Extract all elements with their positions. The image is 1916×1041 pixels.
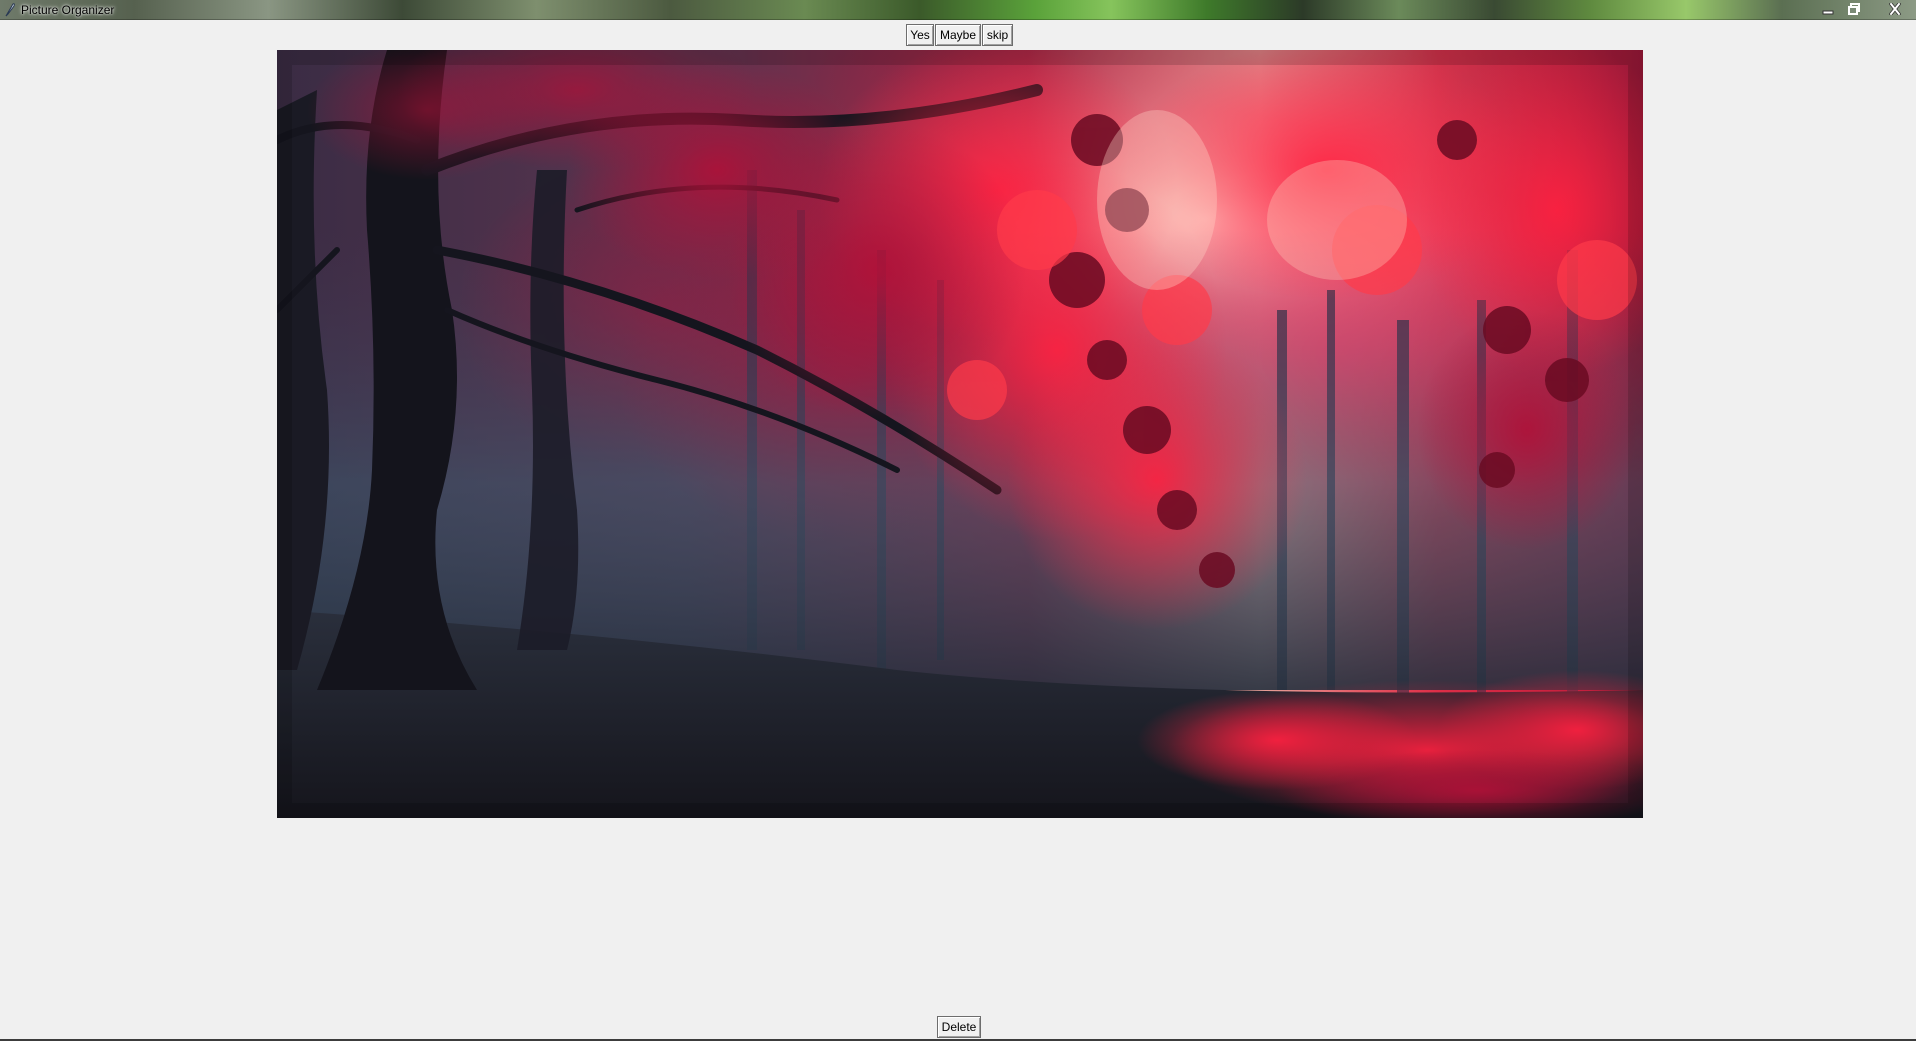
window-title: Picture Organizer xyxy=(21,3,115,17)
picture-organizer-window: Picture Organizer Yes Maybe skip Delete xyxy=(0,0,1916,1041)
feather-icon xyxy=(4,2,16,17)
maybe-button[interactable]: Maybe xyxy=(935,24,981,46)
skip-button[interactable]: skip xyxy=(982,24,1013,46)
forest-image xyxy=(277,50,1643,818)
minimize-icon[interactable] xyxy=(1816,0,1840,17)
title-bar[interactable]: Picture Organizer xyxy=(0,0,1916,20)
displayed-picture xyxy=(277,50,1643,818)
close-icon[interactable] xyxy=(1880,0,1910,17)
restore-icon[interactable] xyxy=(1842,0,1866,17)
yes-button[interactable]: Yes xyxy=(906,24,934,46)
delete-button[interactable]: Delete xyxy=(937,1016,981,1038)
